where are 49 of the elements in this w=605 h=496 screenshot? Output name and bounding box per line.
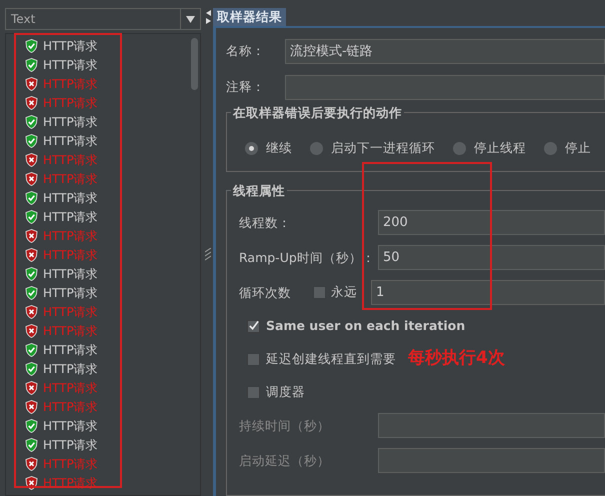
field-label: 启动延迟（秒） bbox=[239, 453, 330, 468]
result-item[interactable]: HTTP请求 bbox=[43, 112, 98, 130]
field-label: Ramp-Up时间（秒）： bbox=[239, 250, 375, 265]
result-item[interactable]: HTTP请求 bbox=[43, 340, 98, 358]
checkbox-label[interactable]: 调度器 bbox=[266, 382, 305, 402]
field-label: 线程数： bbox=[239, 215, 291, 230]
collapse-arrows-icon[interactable] bbox=[204, 10, 212, 24]
annotation-text: 每秒执行4次 bbox=[408, 347, 505, 370]
text-field[interactable] bbox=[378, 412, 605, 438]
checkbox[interactable] bbox=[247, 352, 260, 366]
result-item[interactable]: HTTP请求 bbox=[43, 132, 98, 150]
results-tab[interactable]: 取样器结果 bbox=[213, 8, 286, 26]
result-item[interactable]: HTTP请求 bbox=[43, 264, 98, 282]
view-selector[interactable]: Text bbox=[5, 8, 201, 30]
checkbox[interactable] bbox=[247, 320, 260, 332]
text-field[interactable]: 200 bbox=[378, 210, 605, 234]
comment-field[interactable] bbox=[285, 74, 605, 100]
result-item[interactable]: HTTP请求 bbox=[43, 36, 98, 54]
radio-button[interactable] bbox=[544, 142, 557, 155]
checkbox-label[interactable]: 延迟创建线程直到需要 bbox=[266, 350, 396, 368]
splitter-grip-icon[interactable] bbox=[205, 248, 211, 262]
checkbox-label[interactable]: 永远 bbox=[331, 282, 357, 302]
result-item[interactable]: HTTP请求 bbox=[43, 284, 98, 302]
text-field[interactable]: 50 bbox=[378, 244, 605, 270]
text-field[interactable] bbox=[378, 448, 605, 472]
result-item[interactable]: HTTP请求 bbox=[43, 188, 98, 206]
result-item[interactable]: HTTP请求 bbox=[43, 56, 98, 74]
dropdown-caret-icon bbox=[186, 16, 195, 22]
field-label: 名称： bbox=[226, 42, 265, 60]
text-field[interactable]: 1 bbox=[371, 280, 605, 304]
radio-button[interactable] bbox=[245, 142, 258, 155]
checkbox-label[interactable]: Same user on each iteration bbox=[266, 316, 466, 336]
field-label: 注释： bbox=[226, 78, 265, 96]
scrollbar-thumb[interactable] bbox=[190, 38, 198, 90]
name-field[interactable]: 流控模式-链路 bbox=[285, 38, 605, 64]
checkbox[interactable] bbox=[247, 386, 260, 398]
field-label: 持续时间（秒） bbox=[239, 418, 330, 433]
radio-button[interactable] bbox=[310, 142, 323, 155]
radio-label[interactable]: 继续 bbox=[266, 139, 292, 158]
radio-button[interactable] bbox=[453, 142, 466, 155]
radio-label[interactable]: 停止 bbox=[565, 139, 591, 158]
field-label: 循环次数 bbox=[239, 285, 291, 300]
result-item[interactable]: HTTP请求 bbox=[43, 360, 98, 378]
forever-checkbox[interactable] bbox=[313, 286, 326, 298]
radio-label[interactable]: 停止线程 bbox=[474, 139, 526, 158]
result-item[interactable]: HTTP请求 bbox=[43, 208, 98, 226]
radio-label[interactable]: 启动下一进程循环 bbox=[331, 139, 435, 158]
result-item[interactable]: HTTP请求 bbox=[43, 416, 98, 434]
result-item[interactable]: HTTP请求 bbox=[43, 436, 98, 454]
